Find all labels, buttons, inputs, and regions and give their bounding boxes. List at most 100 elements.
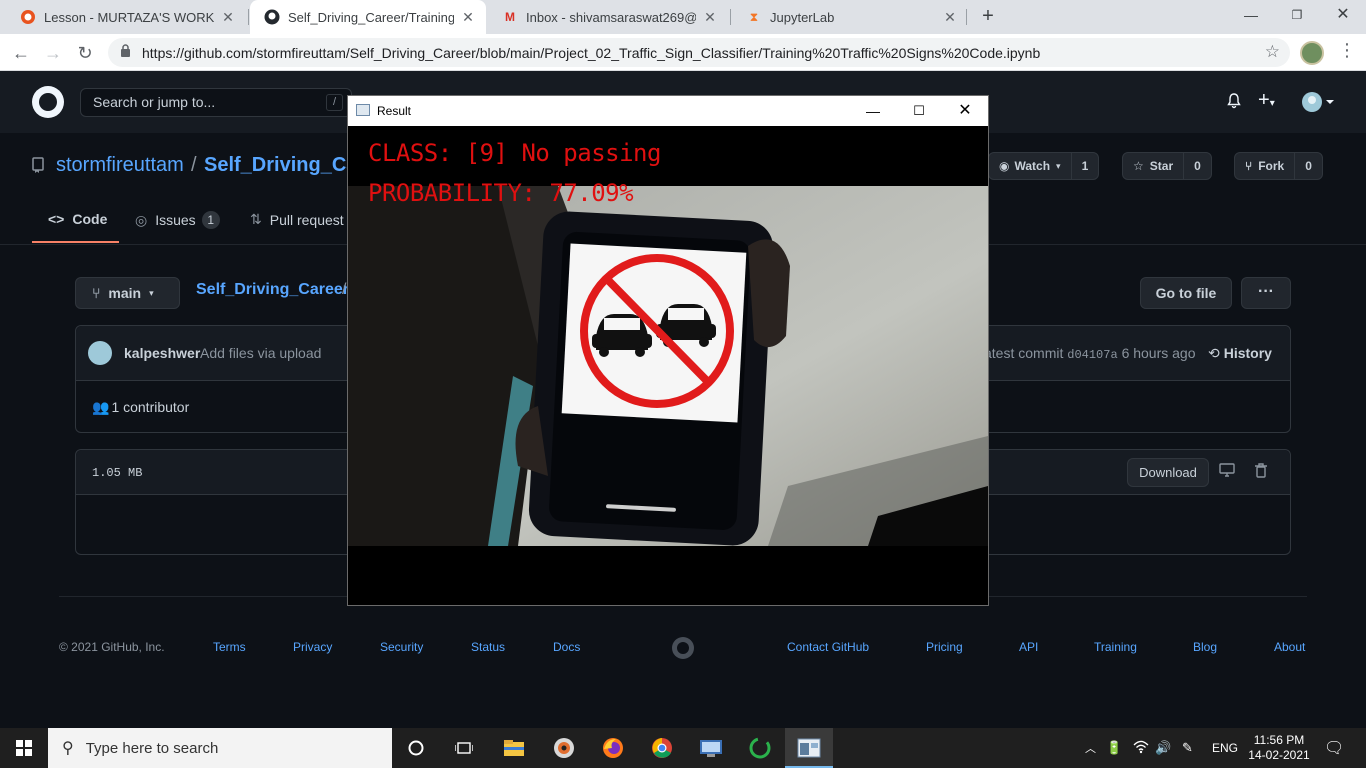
footer-link-training[interactable]: Training bbox=[1094, 640, 1137, 654]
loading-app-icon[interactable] bbox=[746, 734, 774, 762]
result-window-titlebar[interactable]: Result — ☐ ✕ bbox=[348, 96, 988, 126]
footer-link-status[interactable]: Status bbox=[471, 640, 505, 654]
footer-link-terms[interactable]: Terms bbox=[213, 640, 246, 654]
result-window[interactable]: Result — ☐ ✕ CLASS: [9] No passing PROBA… bbox=[347, 95, 989, 606]
bell-icon[interactable] bbox=[1226, 93, 1242, 114]
windows-start-icon[interactable] bbox=[0, 728, 48, 768]
result-close-button[interactable]: ✕ bbox=[942, 96, 988, 126]
firefox-icon[interactable] bbox=[599, 734, 627, 762]
star-button[interactable]: ☆ Star 0 bbox=[1122, 152, 1212, 180]
address-bar[interactable]: https://github.com/stormfireuttam/Self_D… bbox=[108, 38, 1290, 67]
watch-button[interactable]: ◉ Watch ▾ 1 bbox=[988, 152, 1100, 180]
author-avatar[interactable] bbox=[88, 341, 112, 365]
footer-link-security[interactable]: Security bbox=[380, 640, 423, 654]
footer-link-about[interactable]: About bbox=[1274, 640, 1305, 654]
reload-button[interactable]: ↻ bbox=[72, 40, 98, 66]
browser-tab-strip: Lesson - MURTAZA'S WORKSHOP ✕ Self_Drivi… bbox=[0, 0, 1366, 34]
footer-link-contact[interactable]: Contact GitHub bbox=[787, 640, 869, 654]
profile-avatar[interactable] bbox=[1300, 41, 1324, 65]
github-icon bbox=[264, 9, 280, 25]
browser-toolbar: ← → ↻ https://github.com/stormfireuttam/… bbox=[0, 34, 1366, 71]
user-avatar[interactable] bbox=[1302, 92, 1334, 117]
result-maximize-button[interactable]: ☐ bbox=[896, 96, 942, 126]
tab-lesson[interactable]: Lesson - MURTAZA'S WORKSHOP ✕ bbox=[6, 0, 246, 34]
more-options-button[interactable]: ··· bbox=[1241, 277, 1291, 309]
chevron-down-icon: ▾ bbox=[149, 287, 154, 298]
restore-button[interactable]: ❐ bbox=[1274, 0, 1320, 30]
tab-code[interactable]: <> Code bbox=[48, 211, 107, 227]
fork-button[interactable]: ⑂ Fork 0 bbox=[1234, 152, 1323, 180]
bookmark-star-icon[interactable]: ☆ bbox=[1265, 42, 1280, 62]
branch-icon: ⑂ bbox=[92, 285, 101, 301]
chrome-icon[interactable] bbox=[648, 734, 676, 762]
taskbar-search-input[interactable]: ⚲ Type here to search bbox=[48, 728, 392, 768]
branch-name: main bbox=[108, 285, 142, 301]
footer-link-blog[interactable]: Blog bbox=[1193, 640, 1217, 654]
commit-sha-link[interactable]: d04107a bbox=[1067, 348, 1117, 362]
system-clock[interactable]: 11:56 PM 14-02-2021 bbox=[1244, 733, 1314, 763]
media-player-icon[interactable] bbox=[550, 734, 578, 762]
file-explorer-icon[interactable] bbox=[500, 734, 528, 762]
task-view-icon[interactable] bbox=[450, 734, 478, 762]
tab-github[interactable]: Self_Driving_Career/Training Traffic ✕ bbox=[250, 0, 486, 34]
history-link[interactable]: ⟲ History bbox=[1208, 345, 1272, 362]
close-icon[interactable]: ✕ bbox=[702, 9, 718, 26]
history-label: History bbox=[1223, 345, 1272, 361]
branch-selector-button[interactable]: ⑂ main ▾ bbox=[75, 277, 180, 309]
tab-divider bbox=[730, 9, 731, 25]
footer-link-docs[interactable]: Docs bbox=[553, 640, 580, 654]
trash-icon[interactable] bbox=[1254, 463, 1268, 482]
github-search-input[interactable]: Search or jump to... bbox=[80, 88, 352, 117]
contributors-link[interactable]: 👥 1 contributor bbox=[92, 399, 189, 416]
go-to-file-button[interactable]: Go to file bbox=[1140, 277, 1232, 309]
github-footer-logo-icon[interactable] bbox=[672, 637, 694, 659]
active-app-result-window[interactable] bbox=[785, 728, 833, 768]
close-icon[interactable]: ✕ bbox=[220, 9, 236, 26]
close-window-button[interactable]: ✕ bbox=[1320, 0, 1366, 30]
repo-name-link[interactable]: Self_Driving_Car bbox=[204, 154, 365, 177]
footer-link-api[interactable]: API bbox=[1019, 640, 1038, 654]
desktop-icon[interactable] bbox=[1219, 463, 1235, 482]
tab-pull-requests[interactable]: ⇅ Pull request bbox=[250, 211, 344, 228]
result-window-title: Result bbox=[377, 104, 412, 118]
commit-message-link[interactable]: Add files via upload bbox=[200, 345, 321, 361]
download-button[interactable]: Download bbox=[1127, 458, 1209, 487]
back-button[interactable]: ← bbox=[8, 40, 34, 66]
contributors-text: 1 contributor bbox=[111, 399, 190, 415]
close-icon[interactable]: ✕ bbox=[942, 9, 958, 26]
tab-jupyter[interactable]: ⧗ JupyterLab ✕ bbox=[732, 0, 968, 34]
pen-icon[interactable]: ✎ bbox=[1182, 740, 1193, 756]
commit-author-link[interactable]: kalpeshwer bbox=[124, 345, 200, 361]
language-indicator[interactable]: ENG bbox=[1212, 741, 1238, 755]
new-tab-button[interactable]: + bbox=[976, 5, 1000, 29]
repo-separator: / bbox=[191, 154, 197, 176]
repo-owner-link[interactable]: stormfireuttam bbox=[56, 154, 184, 177]
wifi-icon[interactable] bbox=[1133, 740, 1149, 757]
footer-link-privacy[interactable]: Privacy bbox=[293, 640, 332, 654]
github-logo-icon[interactable] bbox=[32, 86, 64, 118]
tab-divider bbox=[966, 9, 967, 25]
gmail-icon: M bbox=[505, 10, 515, 24]
notification-icon[interactable]: 🗨 bbox=[1324, 738, 1344, 758]
url-text: https://github.com/stormfireuttam/Self_D… bbox=[142, 45, 1041, 61]
result-minimize-button[interactable]: — bbox=[850, 96, 896, 126]
battery-icon[interactable]: 🔋 bbox=[1106, 740, 1122, 756]
plus-dropdown-icon[interactable]: +▾ bbox=[1258, 89, 1275, 112]
footer-link-pricing[interactable]: Pricing bbox=[926, 640, 963, 654]
taskbar-search-placeholder: Type here to search bbox=[85, 739, 219, 757]
minimize-button[interactable]: — bbox=[1228, 0, 1274, 30]
fork-label: Fork bbox=[1258, 159, 1285, 173]
tab-pulls-label: Pull request bbox=[269, 211, 344, 228]
tab-title: Self_Driving_Career/Training Traffic bbox=[288, 9, 454, 25]
volume-icon[interactable]: 🔊 bbox=[1155, 740, 1171, 756]
breadcrumb-repo-link[interactable]: Self_Driving_Career bbox=[196, 281, 349, 299]
cortana-icon[interactable] bbox=[402, 734, 430, 762]
remote-desktop-icon[interactable] bbox=[697, 734, 725, 762]
tab-gmail[interactable]: M Inbox - shivamsaraswat269@gmail ✕ bbox=[488, 0, 728, 34]
close-icon[interactable]: ✕ bbox=[460, 9, 476, 26]
chevron-up-icon[interactable]: ︿ bbox=[1085, 740, 1096, 756]
tab-issues[interactable]: ◎ Issues 1 bbox=[135, 211, 220, 229]
chrome-menu-icon[interactable]: ⋮ bbox=[1338, 40, 1356, 61]
forward-button[interactable]: → bbox=[40, 40, 66, 66]
search-shortcut-hint: / bbox=[326, 94, 343, 111]
